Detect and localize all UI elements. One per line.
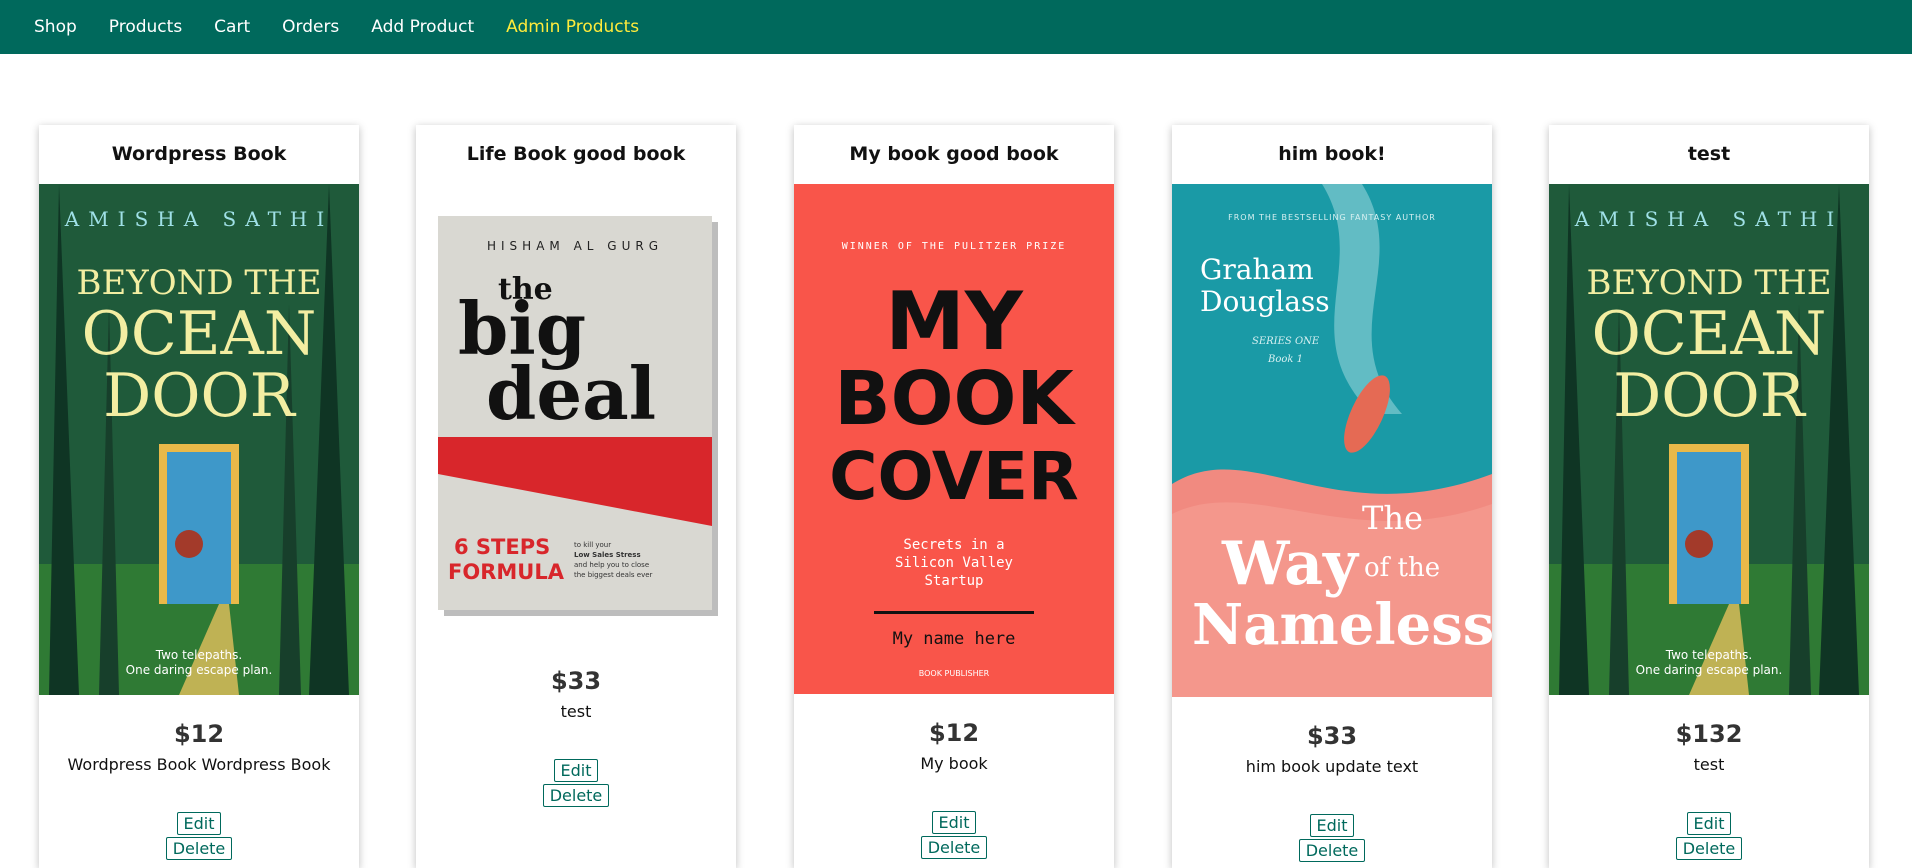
cover-subtitle1: Secrets in a [903, 537, 1004, 553]
top-navbar: Shop Products Cart Orders Add Product Ad… [0, 0, 1912, 54]
nav-orders[interactable]: Orders [282, 17, 339, 37]
edit-button[interactable]: Edit [176, 812, 222, 835]
cover-title-line2: BOOK [834, 356, 1076, 442]
card-actions: Edit Delete [165, 812, 233, 860]
delete-button[interactable]: Delete [1675, 837, 1743, 860]
cover-blurb3: and help you to close [574, 561, 649, 569]
nav-products[interactable]: Products [109, 17, 182, 37]
edit-button[interactable]: Edit [553, 759, 599, 782]
cover-tagline2: One daring escape plan. [1636, 663, 1783, 677]
product-title: him book! [1278, 143, 1386, 165]
edit-button[interactable]: Edit [1309, 814, 1355, 837]
product-title: Wordpress Book [111, 143, 287, 165]
cover-title-line1: The [1362, 499, 1423, 537]
card-actions: Edit Delete [1675, 812, 1743, 860]
cover-author: AMISHA SATHI [64, 207, 334, 231]
cover-subtitle1: 6 STEPS [454, 535, 550, 559]
product-cover-image: HISHAM AL GURG the big deal 6 STEPS FORM… [416, 184, 736, 654]
card-actions: Edit Delete [1298, 814, 1366, 862]
product-cover-image: WINNER OF THE PULITZER PRIZE MY BOOK COV… [794, 184, 1114, 694]
cover-title-line1: BEYOND THE [1586, 263, 1831, 303]
edit-button[interactable]: Edit [931, 811, 977, 834]
nav-cart[interactable]: Cart [214, 17, 250, 37]
cover-tagline2: One daring escape plan. [126, 663, 273, 677]
product-price: $33 [1306, 722, 1358, 750]
delete-button[interactable]: Delete [165, 837, 233, 860]
cover-title-line1: MY [885, 275, 1024, 368]
product-description: test [1693, 755, 1725, 774]
product-cover-image: FROM THE BESTSELLING FANTASY AUTHOR Grah… [1172, 184, 1492, 697]
cover-title-line1: BEYOND THE [76, 263, 321, 303]
cover-blurb2: Low Sales Stress [574, 551, 641, 559]
cover-blurb4: the biggest deals ever [574, 571, 653, 579]
product-title: test [1687, 143, 1731, 165]
product-card: Wordpress Book AMISHA SATHI BEYOND THE O… [39, 125, 359, 868]
product-price: $12 [173, 720, 225, 748]
edit-button[interactable]: Edit [1686, 812, 1732, 835]
cover-publisher: BOOK PUBLISHER [919, 669, 990, 678]
cover-title-line2: Way [1221, 529, 1360, 599]
nav-admin-products[interactable]: Admin Products [506, 17, 639, 37]
product-description: My book [920, 754, 988, 773]
cover-kicker: FROM THE BESTSELLING FANTASY AUTHOR [1228, 213, 1436, 222]
cover-author: AMISHA SATHI [1574, 207, 1844, 231]
cover-title-line3: DOOR [1613, 361, 1806, 431]
product-cover-image: AMISHA SATHI BEYOND THE OCEAN DOOR Two t… [39, 184, 359, 695]
product-card: him book! FROM THE BESTSELLING FANTASY A… [1172, 125, 1492, 868]
product-card: test AMISHA SATHI BEYOND THE OCEAN DOOR … [1549, 125, 1869, 868]
cover-author: HISHAM AL GURG [487, 239, 663, 253]
cover-title-line2: OCEAN [82, 299, 317, 369]
cover-book: Book 1 [1267, 354, 1303, 365]
product-price: $132 [1675, 720, 1743, 748]
cover-title-line3: DOOR [103, 361, 296, 431]
cover-author2: Douglass [1200, 285, 1330, 318]
cover-subtitle2: FORMULA [448, 560, 565, 584]
cover-tagline1: Two telepaths. [155, 648, 242, 662]
card-actions: Edit Delete [542, 759, 610, 807]
cover-tagline1: Two telepaths. [1665, 648, 1752, 662]
card-actions: Edit Delete [920, 811, 988, 859]
product-description: test [560, 702, 592, 721]
cover-series: SERIES ONE [1252, 336, 1320, 347]
product-description: him book update text [1245, 757, 1419, 776]
cover-title-line2: OCEAN [1592, 299, 1827, 369]
nav-add-product[interactable]: Add Product [371, 17, 474, 37]
product-title: My book good book [849, 143, 1059, 165]
cover-award: WINNER OF THE PULITZER PRIZE [842, 241, 1067, 252]
cover-blurb1: to kill your [574, 541, 611, 549]
delete-button[interactable]: Delete [920, 836, 988, 859]
nav-shop[interactable]: Shop [34, 17, 77, 37]
cover-title-line3: COVER [829, 438, 1079, 515]
product-card: Life Book good book HISHAM AL GURG the b… [416, 125, 736, 868]
cover-author: My name here [893, 629, 1016, 649]
cover-subtitle2: Silicon Valley [895, 555, 1013, 571]
product-description: Wordpress Book Wordpress Book [67, 755, 331, 774]
product-price: $33 [550, 667, 602, 695]
delete-button[interactable]: Delete [1298, 839, 1366, 862]
product-price: $12 [928, 719, 980, 747]
cover-subtitle3: Startup [924, 573, 983, 589]
cover-title-line4: Nameless [1192, 592, 1492, 658]
product-cover-image: AMISHA SATHI BEYOND THE OCEAN DOOR Two t… [1549, 184, 1869, 695]
product-title: Life Book good book [466, 143, 686, 165]
cover-author1: Graham [1200, 253, 1314, 286]
cover-title-line3: of the [1364, 553, 1440, 583]
cover-title-line3: deal [486, 351, 656, 436]
delete-button[interactable]: Delete [542, 784, 610, 807]
product-card: My book good book WINNER OF THE PULITZER… [794, 125, 1114, 868]
